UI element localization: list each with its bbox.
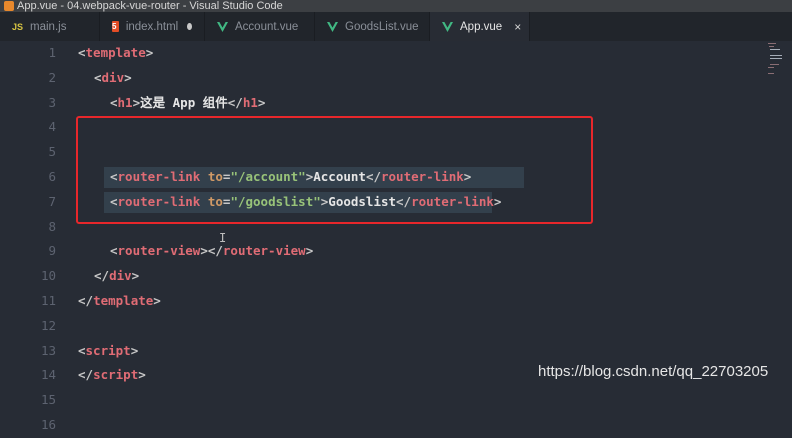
line-number: 2	[48, 69, 56, 85]
line-number: 12	[40, 317, 56, 333]
editor-tab-bar: JS main.js 5 index.html Account.vue Good…	[0, 12, 792, 41]
line-number: 11	[40, 293, 56, 308]
line-number: 4	[48, 119, 56, 135]
vue-icon	[442, 21, 453, 32]
code-line-10: </div>	[94, 268, 140, 284]
text-cursor-icon: I	[219, 231, 227, 245]
tab-label: index.html	[125, 20, 179, 33]
tab-index-html[interactable]: 5 index.html	[100, 12, 205, 41]
line-number-gutter: 1 2 3 4 5 6 7 8 9 10 11 12 13 14 15 16	[0, 41, 66, 434]
unsaved-dot-icon[interactable]	[187, 23, 192, 30]
line-number: 16	[40, 417, 56, 432]
tab-label: App.vue	[460, 20, 503, 33]
window-title: App.vue - 04.webpack-vue-router - Visual…	[17, 0, 283, 12]
code-line-13: <script>	[78, 342, 139, 358]
tab-label: GoodsList.vue	[345, 20, 419, 33]
js-icon: JS	[12, 21, 24, 32]
code-line-9: <router-view></router-view>	[110, 243, 314, 259]
watermark-text: https://blog.csdn.net/qq_22703205	[538, 363, 769, 380]
tab-app-vue[interactable]: App.vue ×	[430, 12, 530, 41]
line-number: 3	[48, 94, 56, 110]
code-line-3: <h1>这是 App 组件</h1>	[110, 94, 266, 110]
line-number: 14	[40, 367, 56, 383]
close-icon[interactable]: ×	[514, 20, 521, 34]
line-number: 9	[48, 243, 56, 259]
line-number: 1	[48, 45, 56, 60]
window-titlebar: App.vue - 04.webpack-vue-router - Visual…	[0, 0, 792, 12]
tab-label: Account.vue	[235, 20, 299, 33]
minimap[interactable]	[768, 41, 782, 81]
line-number: 15	[40, 392, 56, 408]
code-line-11: </template>	[78, 293, 161, 308]
code-line-14: </script>	[78, 367, 146, 383]
vscode-app-icon	[4, 1, 14, 11]
line-number: 10	[40, 268, 56, 284]
tab-label: main.js	[30, 20, 67, 33]
tab-main-js[interactable]: JS main.js	[0, 12, 100, 41]
highlight-box	[76, 116, 593, 224]
tab-goodslist-vue[interactable]: GoodsList.vue	[315, 12, 430, 41]
line-number: 7	[48, 193, 56, 209]
vue-icon	[327, 21, 338, 32]
line-number: 8	[48, 218, 56, 234]
code-line-1: <template>	[78, 45, 154, 60]
tab-account-vue[interactable]: Account.vue	[205, 12, 315, 41]
line-number: 5	[48, 144, 56, 160]
vue-icon	[217, 21, 228, 32]
code-line-2: <div>	[94, 69, 132, 85]
html-file-icon: 5	[112, 21, 119, 32]
line-number: 13	[40, 342, 56, 358]
line-number: 6	[48, 169, 56, 184]
